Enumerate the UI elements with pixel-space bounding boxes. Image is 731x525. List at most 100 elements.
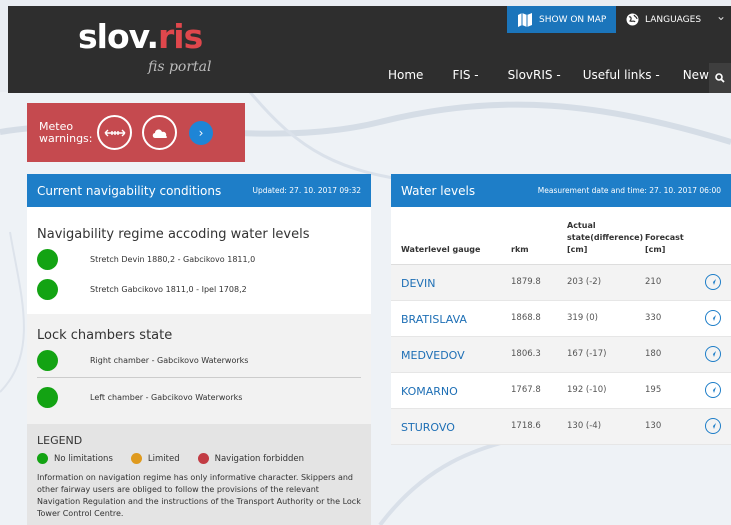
search-button[interactable] (709, 63, 731, 93)
forecast-value: 130 (645, 421, 662, 431)
chevron-right-icon: › (198, 125, 204, 140)
table-row: DEVIN 1879.8 203 (-2) 210 (391, 265, 731, 301)
stretch-label: Stretch Devin 1880,2 - Gabcikovo 1811,0 (90, 254, 256, 264)
rkm-value: 1718.6 (511, 421, 541, 431)
nav-useful-links[interactable]: Useful links - (583, 68, 660, 82)
search-icon (715, 73, 725, 83)
gauge-link[interactable]: KOMARNO (401, 385, 458, 398)
logo-accent-text: ris (157, 17, 203, 56)
forecast-value: 330 (645, 313, 662, 323)
chamber-label: Left chamber - Gabcikovo Waterworks (90, 392, 243, 402)
legend-dot-red (197, 453, 209, 464)
show-on-map-label: SHOW ON MAP (539, 14, 607, 25)
col-forecast-1: Forecast (645, 233, 684, 242)
cloud-icon (152, 128, 167, 138)
stretch-row: Stretch Gabcikovo 1811,0 - Ipel 1708,2 (37, 276, 371, 302)
actual-value: 167 (-17) (567, 349, 607, 359)
lock-chambers-section: Lock chambers state Right chamber - Gabc… (27, 314, 371, 424)
gauge-link[interactable]: STUROVO (401, 421, 455, 434)
status-dot-green (37, 349, 58, 371)
logo-main-text: slov. (78, 17, 159, 56)
legend-dot-green (37, 453, 48, 464)
map-icon (518, 12, 532, 27)
gauge-link[interactable]: MEDVEDOV (401, 349, 465, 362)
rkm-value: 1879.8 (511, 277, 541, 287)
actual-value: 319 (0) (567, 313, 598, 323)
table-row: BRATISLAVA 1868.8 319 (0) 330 (391, 301, 731, 337)
forecast-value: 195 (645, 385, 662, 395)
meteo-warnings-box: Meteo warnings: › (27, 103, 245, 162)
water-levels-title: Water levels (401, 183, 476, 198)
col-actual-3: [cm] (567, 245, 588, 254)
forecast-value: 180 (645, 349, 662, 359)
globe-icon (626, 13, 639, 26)
nav-fis[interactable]: FIS - (452, 68, 478, 82)
site-logo[interactable]: slov.ris (78, 17, 203, 56)
legend-item: No limitations (37, 453, 113, 464)
legend-title: LEGEND (37, 434, 83, 447)
chamber-row: Left chamber - Gabcikovo Waterworks (37, 384, 371, 410)
legend-item: Limited (130, 453, 180, 464)
legend-items: No limitations Limited Navigation forbid… (37, 453, 361, 464)
water-levels-measured: Measurement date and time: 27. 10. 2017 … (537, 186, 721, 195)
legend-label: Navigation forbidden (214, 453, 304, 464)
navigate-icon[interactable] (705, 382, 721, 398)
top-header: slov.ris fis portal SHOW ON MAP LANGUAGE… (8, 6, 731, 93)
logo-subtitle: fis portal (148, 59, 212, 75)
rkm-value: 1806.3 (511, 349, 541, 359)
navigability-panel: Current navigability conditions Updated:… (27, 174, 371, 525)
lock-chambers-title: Lock chambers state (37, 328, 173, 343)
table-header: Waterlevel gauge rkm Actual state(differ… (391, 207, 731, 265)
actual-value: 192 (-10) (567, 385, 607, 395)
water-levels-panel: Water levels Measurement date and time: … (391, 174, 731, 445)
navigability-header: Current navigability conditions Updated:… (27, 174, 371, 207)
navigability-updated: Updated: 27. 10. 2017 09:32 (252, 186, 361, 195)
nav-slovris[interactable]: SlovRIS - (508, 68, 561, 82)
table-row: STUROVO 1718.6 130 (-4) 130 (391, 409, 731, 445)
wind-arrows-icon (104, 129, 125, 136)
chamber-label: Right chamber - Gabcikovo Waterworks (90, 355, 249, 365)
rkm-value: 1868.8 (511, 313, 541, 323)
table-row: KOMARNO 1767.8 192 (-10) 195 (391, 373, 731, 409)
languages-button[interactable]: LANGUAGES (622, 6, 714, 33)
legend-section: LEGEND No limitations Limited Navigation… (27, 424, 371, 525)
stretch-row: Stretch Devin 1880,2 - Gabcikovo 1811,0 (37, 246, 371, 272)
water-levels-table: Waterlevel gauge rkm Actual state(differ… (391, 207, 731, 445)
meteo-next-button[interactable]: › (189, 120, 213, 145)
water-levels-header: Water levels Measurement date and time: … (391, 174, 731, 207)
nav-home[interactable]: Home (388, 68, 423, 82)
fog-warning-button[interactable] (142, 115, 177, 150)
table-row: MEDVEDOV 1806.3 167 (-17) 180 (391, 337, 731, 373)
stretch-label: Stretch Gabcikovo 1811,0 - Ipel 1708,2 (90, 284, 247, 294)
gauge-link[interactable]: DEVIN (401, 277, 435, 290)
status-dot-green (37, 386, 58, 408)
languages-label: LANGUAGES (645, 14, 702, 25)
meteo-warnings-label: Meteo warnings: (39, 119, 93, 145)
col-forecast-2: [cm] (645, 245, 666, 254)
main-nav: Home FIS - SlovRIS - Useful links - News (388, 68, 715, 82)
legend-label: Limited (147, 453, 180, 464)
col-rkm: rkm (511, 245, 529, 254)
actual-value: 130 (-4) (567, 421, 602, 431)
forecast-value: 210 (645, 277, 662, 287)
navigate-icon[interactable] (705, 274, 721, 290)
navigate-icon[interactable] (705, 346, 721, 362)
gauge-link[interactable]: BRATISLAVA (401, 313, 467, 326)
col-actual-2: state(difference) (567, 233, 644, 242)
status-dot-green (37, 248, 58, 270)
chevron-down-icon[interactable]: ⌄ (716, 9, 726, 23)
show-on-map-button[interactable]: SHOW ON MAP (507, 6, 616, 33)
col-actual-1: Actual (567, 221, 596, 230)
navigability-title: Current navigability conditions (37, 183, 222, 198)
chamber-row: Right chamber - Gabcikovo Waterworks (37, 347, 371, 373)
rkm-value: 1767.8 (511, 385, 541, 395)
wind-warning-button[interactable] (97, 115, 132, 150)
actual-value: 203 (-2) (567, 277, 602, 287)
regime-title: Navigability regime accoding water level… (37, 227, 310, 242)
legend-info-text: Information on navigation regime has onl… (37, 473, 361, 518)
navigate-icon[interactable] (705, 418, 721, 434)
legend-item: Navigation forbidden (197, 453, 304, 464)
col-gauge: Waterlevel gauge (401, 245, 481, 254)
legend-dot-orange (130, 453, 142, 464)
navigate-icon[interactable] (705, 310, 721, 326)
